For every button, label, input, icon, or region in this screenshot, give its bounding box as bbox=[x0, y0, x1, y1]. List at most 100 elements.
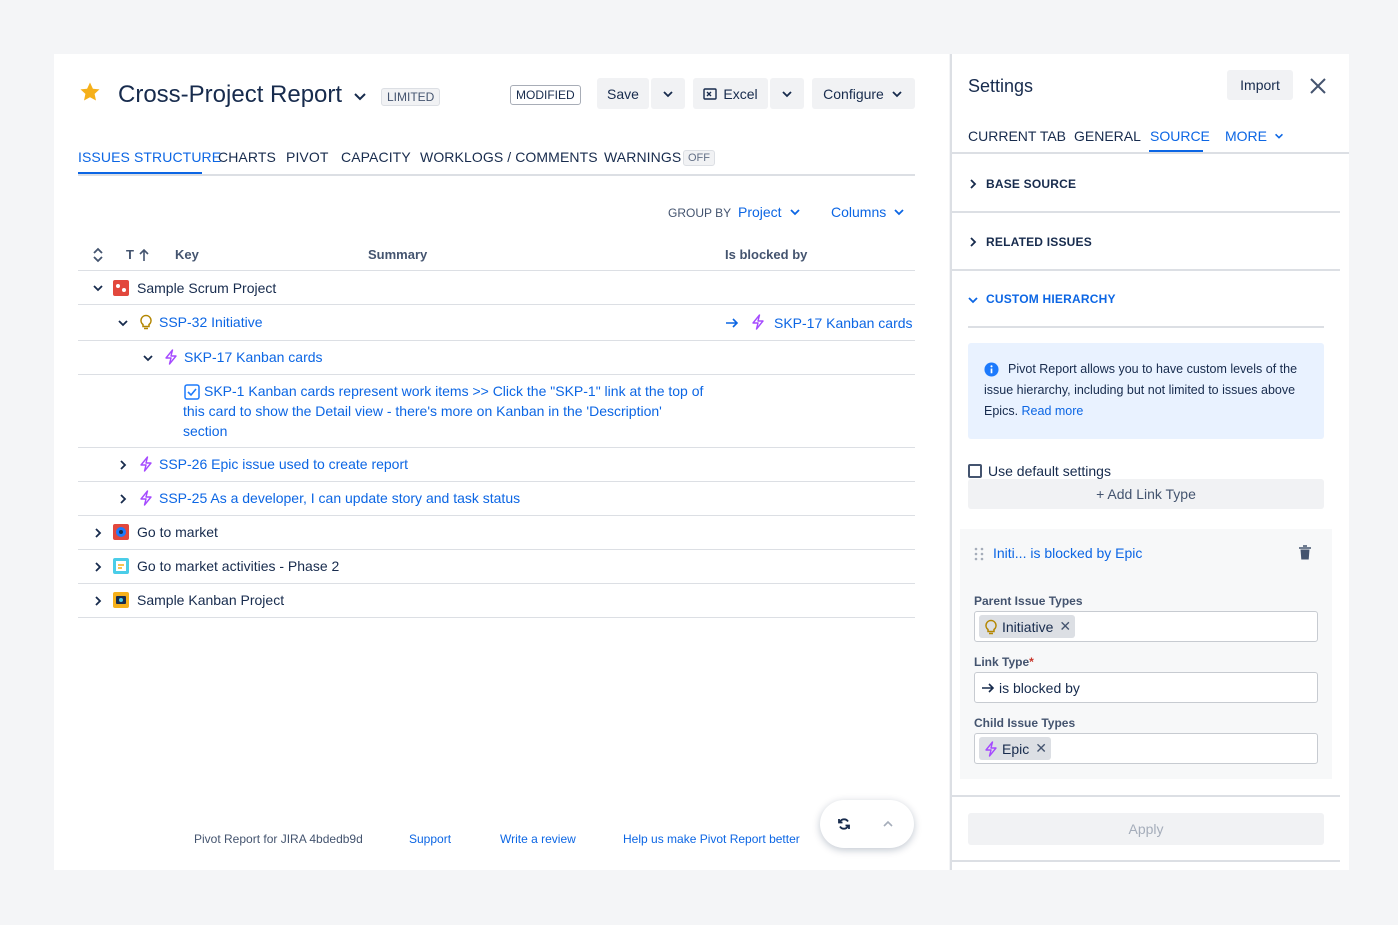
active-tab-indicator bbox=[1149, 150, 1203, 152]
base-source-title: BASE SOURCE bbox=[986, 177, 1077, 191]
refresh-icon[interactable] bbox=[837, 817, 851, 831]
star-icon[interactable] bbox=[78, 80, 102, 104]
task-icon bbox=[184, 384, 200, 400]
excel-button[interactable]: Excel bbox=[693, 78, 768, 109]
column-type[interactable]: T bbox=[126, 247, 134, 262]
table-row[interactable]: SSP-26 Epic issue used to create report bbox=[78, 448, 915, 482]
chevron-down-icon bbox=[789, 209, 800, 216]
table-row[interactable]: SSP-32 Initiative SKP-17 Kanban cards bbox=[78, 305, 915, 341]
feedback-link[interactable]: Help us make Pivot Report better bbox=[623, 832, 800, 846]
remove-chip-icon[interactable]: ✕ bbox=[1059, 618, 1071, 635]
chevron-down-icon[interactable] bbox=[116, 316, 130, 330]
add-link-type-label: + Add Link Type bbox=[1096, 486, 1196, 502]
initiative-icon bbox=[140, 314, 152, 330]
info-text-block: Pivot Report allows you to have custom l… bbox=[984, 359, 1314, 422]
tab-warnings[interactable]: WARNINGS bbox=[604, 149, 681, 165]
trash-icon[interactable] bbox=[1298, 545, 1312, 561]
tab-capacity[interactable]: CAPACITY bbox=[341, 149, 411, 165]
column-key[interactable]: Key bbox=[175, 247, 199, 262]
blocked-by-link[interactable]: SKP-17 Kanban cards bbox=[774, 313, 913, 333]
table-row[interactable]: SKP-1 Kanban cards represent work items … bbox=[78, 375, 915, 448]
tab-current-tab[interactable]: CURRENT TAB bbox=[968, 128, 1066, 144]
sort-asc-icon[interactable] bbox=[138, 248, 150, 262]
link-card-title[interactable]: Initi... is blocked by Epic bbox=[993, 545, 1142, 561]
checkbox[interactable] bbox=[968, 464, 982, 478]
group-by-select[interactable]: Project bbox=[738, 204, 802, 220]
chevron-right-icon[interactable] bbox=[91, 560, 105, 574]
expand-collapse-all-icon[interactable] bbox=[92, 247, 104, 263]
issue-link[interactable]: SSP-25 As a developer, I can update stor… bbox=[159, 488, 520, 508]
tab-pivot[interactable]: PIVOT bbox=[286, 149, 329, 165]
tab-general[interactable]: GENERAL bbox=[1074, 128, 1141, 144]
chevron-up-icon[interactable] bbox=[882, 818, 894, 830]
related-issues-section[interactable]: RELATED ISSUES bbox=[952, 215, 1340, 271]
use-default-settings-checkbox[interactable]: Use default settings bbox=[968, 463, 1111, 479]
row-label: Go to market bbox=[137, 524, 218, 540]
tab-more-label: MORE bbox=[1225, 128, 1267, 144]
add-link-type-button[interactable]: + Add Link Type bbox=[968, 479, 1324, 509]
apply-label: Apply bbox=[1128, 821, 1164, 837]
tab-worklogs-comments[interactable]: WORKLOGS / COMMENTS bbox=[420, 149, 598, 165]
chevron-right-icon bbox=[970, 237, 977, 247]
import-button[interactable]: Import bbox=[1227, 70, 1293, 100]
issue-link[interactable]: SSP-26 Epic issue used to create report bbox=[159, 454, 408, 474]
child-issue-types-label: Child Issue Types bbox=[974, 716, 1076, 730]
chevron-down-icon[interactable] bbox=[967, 294, 979, 306]
chevron-down-icon bbox=[663, 90, 673, 97]
issue-link-continued[interactable]: this card to show the Detail view - ther… bbox=[183, 401, 662, 421]
link-type-select[interactable]: is blocked by bbox=[974, 672, 1318, 703]
tab-issues-structure[interactable]: ISSUES STRUCTURE bbox=[78, 149, 221, 165]
table-row[interactable]: Go to market activities - Phase 2 bbox=[78, 550, 915, 584]
base-source-section[interactable]: BASE SOURCE bbox=[952, 156, 1340, 213]
row-label: Sample Scrum Project bbox=[137, 280, 277, 296]
initiative-chip: Initiative ✕ bbox=[979, 615, 1076, 638]
arrow-right-icon bbox=[982, 682, 995, 693]
table-row[interactable]: Sample Kanban Project bbox=[78, 584, 915, 618]
issue-link[interactable]: SKP-1 Kanban cards represent work items … bbox=[204, 381, 703, 401]
tab-charts[interactable]: CHARTS bbox=[218, 149, 276, 165]
epic-chip: Epic ✕ bbox=[979, 737, 1051, 760]
table-row[interactable]: Sample Scrum Project bbox=[78, 271, 915, 305]
parent-issue-types-field[interactable]: Initiative ✕ bbox=[974, 611, 1318, 642]
apply-button[interactable]: Apply bbox=[968, 813, 1324, 845]
table-row[interactable]: Go to market bbox=[78, 516, 915, 550]
save-button[interactable]: Save bbox=[597, 78, 649, 109]
import-label: Import bbox=[1240, 77, 1280, 93]
table-row[interactable]: SSP-25 As a developer, I can update stor… bbox=[78, 482, 915, 516]
chevron-down-icon[interactable] bbox=[91, 281, 105, 295]
active-tab-indicator bbox=[78, 172, 202, 174]
column-summary[interactable]: Summary bbox=[368, 247, 427, 262]
write-review-link[interactable]: Write a review bbox=[500, 832, 576, 846]
project-icon bbox=[113, 524, 129, 540]
drag-handle-icon[interactable] bbox=[974, 547, 984, 561]
chevron-right-icon[interactable] bbox=[91, 594, 105, 608]
configure-button[interactable]: Configure bbox=[812, 78, 915, 109]
columns-select[interactable]: Columns bbox=[831, 204, 906, 220]
read-more-link[interactable]: Read more bbox=[1022, 404, 1084, 418]
save-dropdown-button[interactable] bbox=[651, 78, 685, 109]
column-is-blocked-by[interactable]: Is blocked by bbox=[725, 247, 807, 262]
info-message: Pivot Report allows you to have custom l… bbox=[968, 343, 1324, 439]
issue-link-continued[interactable]: section bbox=[183, 421, 227, 441]
support-link[interactable]: Support bbox=[409, 832, 451, 846]
link-type-label-text: Link Type bbox=[974, 655, 1030, 669]
close-icon[interactable] bbox=[1308, 76, 1328, 96]
child-issue-types-field[interactable]: Epic ✕ bbox=[974, 733, 1318, 764]
chevron-right-icon[interactable] bbox=[91, 526, 105, 540]
excel-dropdown-button[interactable] bbox=[770, 78, 804, 109]
chevron-right-icon[interactable] bbox=[116, 492, 130, 506]
issue-link[interactable]: SSP-32 Initiative bbox=[159, 312, 263, 332]
chevron-right-icon[interactable] bbox=[116, 458, 130, 472]
table-row[interactable]: SKP-17 Kanban cards bbox=[78, 341, 915, 375]
chevron-down-icon[interactable] bbox=[350, 86, 370, 106]
epic-icon bbox=[165, 349, 177, 365]
remove-chip-icon[interactable]: ✕ bbox=[1035, 740, 1047, 757]
tab-source[interactable]: SOURCE bbox=[1150, 128, 1210, 144]
issue-link[interactable]: SKP-17 Kanban cards bbox=[184, 347, 323, 367]
project-scrum-icon bbox=[113, 280, 129, 296]
custom-hierarchy-title[interactable]: CUSTOM HIERARCHY bbox=[986, 292, 1116, 306]
project-icon bbox=[113, 558, 129, 574]
chevron-down-icon bbox=[894, 209, 904, 216]
chevron-down-icon[interactable] bbox=[141, 351, 155, 365]
tab-more[interactable]: MORE bbox=[1225, 128, 1285, 144]
